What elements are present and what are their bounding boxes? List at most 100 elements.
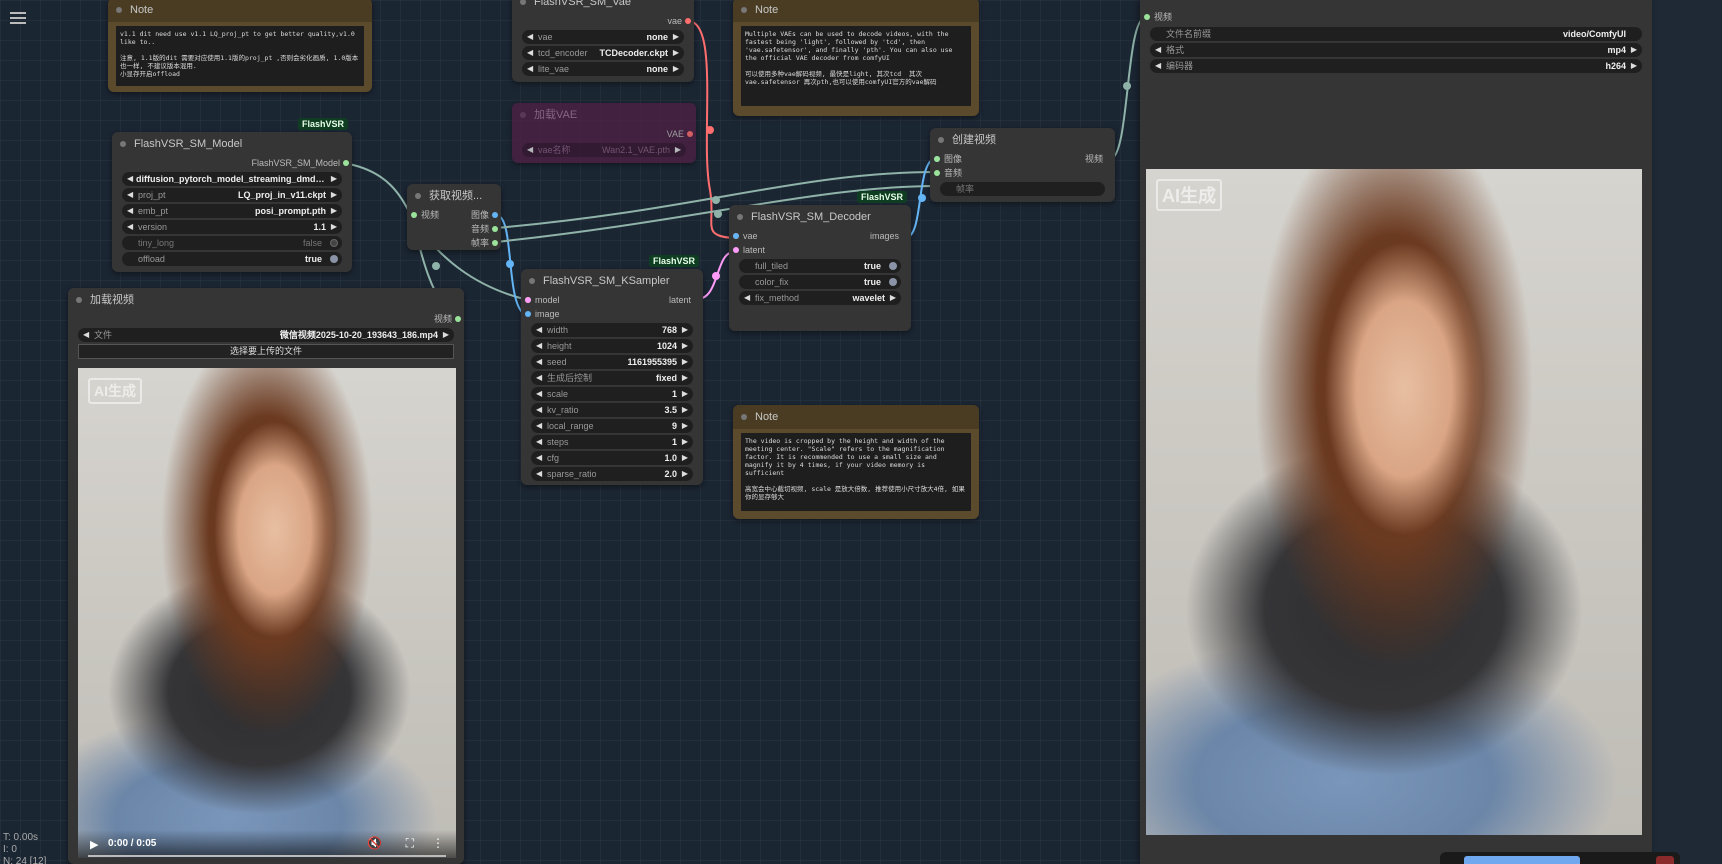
flashvsr-ksampler-node[interactable]: FlashVSR FlashVSR_SM_KSampler model laten… bbox=[521, 255, 703, 485]
toggle-full-tiled[interactable]: full_tiled true bbox=[739, 259, 901, 273]
flashvsr-model-node[interactable]: FlashVSR FlashVSR_SM_Model FlashVSR_SM_M… bbox=[112, 118, 352, 272]
input-audio[interactable]: 音频 bbox=[930, 166, 1115, 180]
arrow-left-icon[interactable]: ◀ bbox=[536, 451, 542, 465]
arrow-right-icon[interactable]: ▶ bbox=[1631, 59, 1637, 73]
widget-dit-model[interactable]: ◀ diffusion_pytorch_model_streaming_dmd_v… bbox=[122, 172, 342, 186]
input-model[interactable]: model latent bbox=[521, 293, 703, 307]
arrow-left-icon[interactable]: ◀ bbox=[536, 467, 542, 481]
arrow-right-icon[interactable]: ▶ bbox=[682, 387, 688, 401]
node-header[interactable]: FlashVSR_SM_KSampler bbox=[521, 269, 703, 293]
collapse-dot-icon[interactable] bbox=[741, 414, 747, 420]
arrow-right-icon[interactable]: ▶ bbox=[331, 188, 337, 202]
output-video[interactable]: 视频 bbox=[68, 312, 464, 326]
arrow-right-icon[interactable]: ▶ bbox=[673, 62, 679, 76]
widget-sparse-ratio[interactable]: ◀ sparse_ratio 2.0 ▶ bbox=[531, 467, 693, 481]
note-text[interactable]: v1.1 dit need use v1.1 LQ_proj_pt to get… bbox=[116, 26, 364, 86]
arrow-right-icon[interactable]: ▶ bbox=[682, 355, 688, 369]
toggle-knob[interactable] bbox=[889, 278, 897, 286]
arrow-right-icon[interactable]: ▶ bbox=[682, 435, 688, 449]
arrow-right-icon[interactable]: ▶ bbox=[1631, 43, 1637, 57]
arrow-left-icon[interactable]: ◀ bbox=[536, 419, 542, 433]
output-audio[interactable]: 音频 bbox=[407, 222, 501, 236]
arrow-left-icon[interactable]: ◀ bbox=[127, 188, 133, 202]
arrow-left-icon[interactable]: ◀ bbox=[527, 30, 533, 44]
arrow-left-icon[interactable]: ◀ bbox=[1155, 43, 1161, 57]
widget-control-after-generate[interactable]: ◀ 生成后控制 fixed ▶ bbox=[531, 371, 693, 385]
widget-local-range[interactable]: ◀ local_range 9 ▶ bbox=[531, 419, 693, 433]
arrow-right-icon[interactable]: ▶ bbox=[673, 30, 679, 44]
arrow-left-icon[interactable]: ◀ bbox=[127, 172, 133, 186]
output-socket[interactable] bbox=[733, 233, 739, 239]
toggle-knob[interactable] bbox=[889, 262, 897, 270]
save-video-node[interactable]: 视频 文件名前缀 video/ComfyUI ◀ 格式 mp4 ▶ ◀ 编码器 h264 ▶ … bbox=[1140, 0, 1652, 864]
arrow-left-icon[interactable]: ◀ bbox=[536, 339, 542, 353]
arrow-right-icon[interactable]: ▶ bbox=[682, 371, 688, 385]
arrow-left-icon[interactable]: ◀ bbox=[1155, 59, 1161, 73]
output-socket[interactable] bbox=[492, 240, 498, 246]
menu-icon[interactable] bbox=[10, 12, 26, 27]
widget-seed[interactable]: ◀ seed 1161955395 ▶ bbox=[531, 355, 693, 369]
video-preview[interactable]: AI生成 ▶ 0:00 / 0:05 🔇 ⛶ ⋮ bbox=[78, 368, 456, 858]
arrow-left-icon[interactable]: ◀ bbox=[527, 62, 533, 76]
input-vae[interactable]: vae images bbox=[729, 229, 911, 243]
toggle-offload[interactable]: offload true bbox=[122, 252, 342, 266]
collapse-dot-icon[interactable] bbox=[741, 7, 747, 13]
input-image[interactable]: 图像 视频 bbox=[930, 152, 1115, 166]
output-socket[interactable] bbox=[492, 226, 498, 232]
output-socket[interactable] bbox=[525, 297, 531, 303]
output-socket[interactable] bbox=[343, 160, 349, 166]
arrow-left-icon[interactable]: ◀ bbox=[536, 403, 542, 417]
widget-steps[interactable]: ◀ steps 1 ▶ bbox=[531, 435, 693, 449]
collapse-dot-icon[interactable] bbox=[116, 7, 122, 13]
arrow-left-icon[interactable]: ◀ bbox=[536, 371, 542, 385]
arrow-left-icon[interactable]: ◀ bbox=[536, 387, 542, 401]
collapse-dot-icon[interactable] bbox=[415, 193, 421, 199]
arrow-right-icon[interactable]: ▶ bbox=[331, 172, 337, 186]
toggle-tiny-long[interactable]: tiny_long false bbox=[122, 236, 342, 250]
arrow-right-icon[interactable]: ▶ bbox=[675, 143, 681, 157]
arrow-left-icon[interactable]: ◀ bbox=[127, 204, 133, 218]
widget-kv-ratio[interactable]: ◀ kv_ratio 3.5 ▶ bbox=[531, 403, 693, 417]
arrow-right-icon[interactable]: ▶ bbox=[890, 291, 896, 305]
widget-fix-method[interactable]: ◀ fix_method wavelet ▶ bbox=[739, 291, 901, 305]
input-fps[interactable]: 帧率 bbox=[940, 182, 1105, 196]
video-progress-bar[interactable] bbox=[88, 855, 446, 857]
load-video-node[interactable]: 加载视频 视频 ◀ 文件 微信视频2025-10-20_193643_186.mp4… bbox=[68, 288, 464, 864]
note-text[interactable]: Multiple VAEs can be used to decode vide… bbox=[741, 26, 971, 106]
note-node-scale-info[interactable]: Note The video is cropped by the height … bbox=[733, 405, 979, 519]
widget-file-select[interactable]: ◀ 文件 微信视频2025-10-20_193643_186.mp4 ▶ bbox=[78, 328, 454, 342]
input-image[interactable]: image bbox=[521, 307, 703, 321]
upload-file-button[interactable]: 选择要上传的文件 bbox=[78, 344, 454, 359]
widget-vae-name[interactable]: ◀ vae名称 Wan2.1_VAE.pth ▶ bbox=[522, 143, 686, 157]
output-socket[interactable] bbox=[455, 316, 461, 322]
collapse-dot-icon[interactable] bbox=[76, 297, 82, 303]
input-socket[interactable] bbox=[1144, 14, 1150, 20]
input-video[interactable]: 视频 bbox=[1140, 10, 1652, 24]
widget-width[interactable]: ◀ width 768 ▶ bbox=[531, 323, 693, 337]
node-header[interactable]: 加载VAE bbox=[512, 103, 696, 127]
node-header[interactable]: Note bbox=[108, 0, 372, 22]
arrow-right-icon[interactable]: ▶ bbox=[331, 220, 337, 234]
output-fps[interactable]: 帧率 bbox=[407, 236, 501, 250]
output-socket[interactable] bbox=[492, 212, 498, 218]
output-socket[interactable] bbox=[687, 131, 693, 137]
output-video-preview[interactable]: AI生成 bbox=[1146, 169, 1642, 835]
toggle-color-fix[interactable]: color_fix true bbox=[739, 275, 901, 289]
input-socket[interactable] bbox=[525, 311, 531, 317]
volume-icon[interactable]: 🔇 bbox=[367, 836, 382, 850]
widget-emb-pt[interactable]: ◀ emb_pt posi_prompt.pth ▶ bbox=[122, 204, 342, 218]
collapse-dot-icon[interactable] bbox=[737, 214, 743, 220]
arrow-left-icon[interactable]: ◀ bbox=[536, 323, 542, 337]
widget-cfg[interactable]: ◀ cfg 1.0 ▶ bbox=[531, 451, 693, 465]
output-model[interactable]: FlashVSR_SM_Model bbox=[112, 156, 352, 170]
note-text[interactable]: The video is cropped by the height and w… bbox=[741, 433, 971, 511]
queue-progress-bar[interactable] bbox=[1440, 852, 1680, 864]
widget-codec[interactable]: ◀ 编码器 h264 ▶ bbox=[1150, 59, 1642, 73]
node-header[interactable]: 加载视频 bbox=[68, 288, 464, 312]
input-socket[interactable] bbox=[934, 170, 940, 176]
play-icon[interactable]: ▶ bbox=[90, 838, 98, 851]
arrow-left-icon[interactable]: ◀ bbox=[527, 143, 533, 157]
widget-lite-vae[interactable]: ◀ lite_vae none ▶ bbox=[522, 62, 684, 76]
node-header[interactable]: FlashVSR_SM_Decoder bbox=[729, 205, 911, 229]
arrow-left-icon[interactable]: ◀ bbox=[127, 220, 133, 234]
